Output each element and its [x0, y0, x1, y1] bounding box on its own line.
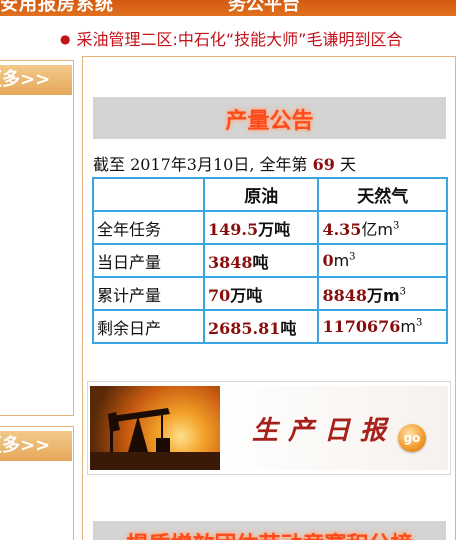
- gas-unit: 亿m: [361, 219, 393, 239]
- deadline-prefix: 截至 2017年3月10日, 全年第: [93, 155, 313, 174]
- gas-unit-sup: 3: [399, 286, 407, 298]
- table-row: 累计产量 70万吨 8848万m3: [92, 276, 448, 311]
- oil-cell: 2685.81吨: [202, 309, 320, 344]
- header-right-text: 务公平台: [228, 0, 300, 15]
- oil-unit: 吨: [252, 252, 269, 272]
- daily-report-banner[interactable]: 生产日报 go: [87, 381, 451, 475]
- gas-unit: m: [333, 251, 350, 270]
- gas-value: 8848: [322, 285, 367, 305]
- oil-value: 70: [208, 285, 231, 305]
- header-left-text: 安用报房系统: [0, 0, 114, 15]
- sidebar-panel-1: 更多>>: [0, 60, 74, 416]
- main-content-panel: 产量公告 截至 2017年3月10日, 全年第 69 天 原油 天然气 全年任务…: [82, 56, 456, 540]
- oil-value: 149.5: [208, 219, 259, 239]
- table-row: 全年任务 149.5万吨 4.35亿m3: [92, 210, 448, 245]
- oil-cell: 70万吨: [202, 276, 320, 311]
- announcement-header: 产量公告: [93, 97, 446, 139]
- gas-value: 4.35: [322, 219, 362, 239]
- bullet-icon: ●: [60, 32, 71, 46]
- gas-value: 1170676: [322, 317, 401, 336]
- more-link-1[interactable]: 更多>>: [0, 65, 72, 95]
- row-label: 累计产量: [92, 276, 205, 311]
- deadline-suffix: 天: [334, 155, 356, 174]
- gas-cell: 1170676m3: [317, 309, 448, 344]
- ranking-section-title: 提质增效团体劳动竞赛积分榜: [126, 527, 412, 540]
- table-header-row: 原油 天然气: [92, 177, 448, 212]
- gas-unit-sup: 3: [393, 220, 400, 232]
- gas-unit-sup: 3: [415, 317, 423, 329]
- table-row: 剩余日产 2685.81吨 1170676m3: [92, 309, 448, 344]
- ranking-section-header: 提质增效团体劳动竞赛积分榜: [93, 521, 446, 540]
- gas-cell: 8848万m3: [317, 276, 448, 311]
- production-table: 原油 天然气 全年任务 149.5万吨 4.35亿m3 当日产量 3848吨 0…: [92, 177, 448, 344]
- gas-cell: 4.35亿m3: [317, 210, 448, 245]
- header-cell-gas: 天然气: [317, 177, 448, 212]
- news-ticker[interactable]: ● 采油管理二区:中石化“技能大师”毛谦明到区合: [60, 26, 402, 49]
- gas-unit: m: [400, 317, 416, 336]
- gas-cell: 0m3: [317, 243, 448, 278]
- row-label: 剩余日产: [92, 309, 205, 344]
- oil-cell: 149.5万吨: [202, 210, 320, 245]
- more-link-2[interactable]: 更多>>: [0, 431, 72, 461]
- top-header-bar: 安用报房系统 务公平台: [0, 0, 456, 16]
- daily-report-label-area: 生产日报 go: [220, 386, 448, 470]
- oil-unit: 吨: [280, 318, 297, 338]
- oil-value: 3848: [208, 252, 253, 272]
- gas-value: 0: [322, 251, 334, 270]
- deadline-days: 69: [312, 155, 335, 174]
- row-label: 全年任务: [92, 210, 205, 245]
- news-link[interactable]: 采油管理二区:中石化“技能大师”毛谦明到区合: [76, 30, 402, 49]
- table-row: 当日产量 3848吨 0m3: [92, 243, 448, 278]
- go-button[interactable]: go: [398, 424, 426, 452]
- pumpjack-icon: [90, 408, 220, 470]
- oil-value: 2685.81: [208, 318, 281, 338]
- sidebar-panel-2: 更多>>: [0, 426, 74, 540]
- header-cell-blank: [92, 177, 205, 212]
- oil-cell: 3848吨: [202, 243, 320, 278]
- announcement-title: 产量公告: [225, 109, 314, 134]
- gas-unit: 万m: [366, 285, 400, 305]
- deadline-line: 截至 2017年3月10日, 全年第 69 天: [93, 151, 356, 175]
- oil-unit: 万吨: [230, 285, 263, 305]
- gas-unit-sup: 3: [349, 251, 356, 263]
- daily-report-title: 生产日报: [252, 416, 397, 446]
- row-label: 当日产量: [92, 243, 205, 278]
- header-cell-oil: 原油: [202, 177, 320, 212]
- oil-unit: 万吨: [258, 219, 291, 239]
- oil-pump-sunset-image: [90, 386, 220, 470]
